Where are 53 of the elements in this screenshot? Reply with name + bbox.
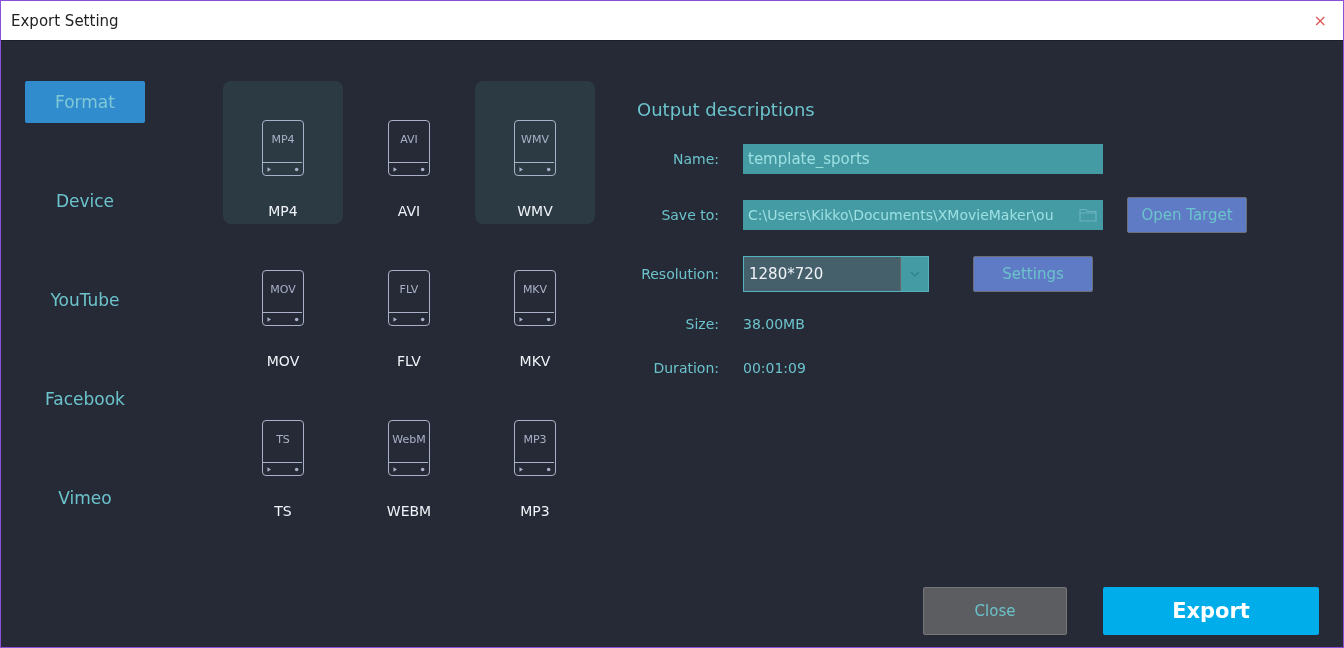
format-label: WEBM (386, 503, 432, 519)
format-badge-text: MP3 (522, 432, 548, 448)
play-bar-icon (389, 162, 428, 175)
field-label: Duration: (652, 360, 719, 376)
sidebar-tab[interactable]: Vimeo (25, 477, 145, 519)
format-badge-text: MP4 (270, 132, 296, 148)
field-label: Resolution: (640, 266, 719, 282)
section-heading: Output descriptions (637, 99, 816, 120)
format-label: MOV (266, 353, 300, 369)
format-label: FLV (397, 353, 421, 369)
field-label: Save to: (660, 207, 719, 223)
format-tile[interactable]: MP3 MP3 (475, 381, 595, 524)
format-badge-text: MKV (521, 282, 549, 298)
format-tile[interactable]: FLV FLV (349, 231, 469, 374)
play-bar-icon (263, 462, 302, 475)
play-bar-icon (515, 462, 554, 475)
format-label: WMV (517, 203, 553, 219)
play-bar-icon (389, 462, 428, 475)
field-label: Name: (671, 151, 719, 167)
format-badge-text: AVI (399, 132, 419, 148)
format-label: MP4 (268, 203, 298, 219)
window-title: Export Setting (11, 11, 119, 30)
format-tile[interactable]: WebM WEBM (349, 381, 469, 524)
size-value: 38.00MB (743, 316, 805, 332)
play-bar-icon (515, 312, 554, 325)
format-badge-text: MOV (269, 282, 297, 298)
format-tile[interactable]: MKV MKV (475, 231, 595, 374)
duration-value: 00:01:09 (743, 360, 806, 376)
sidebar-tab[interactable]: Device (25, 180, 145, 222)
format-label: MP3 (520, 503, 550, 519)
play-bar-icon (515, 162, 554, 175)
play-bar-icon (263, 312, 302, 325)
format-tile[interactable]: MOV MOV (223, 231, 343, 374)
close-button[interactable]: × (1309, 11, 1331, 30)
field-label: Size: (684, 316, 719, 332)
format-tile[interactable]: TS TS (223, 381, 343, 524)
play-bar-icon (263, 162, 302, 175)
format-badge-text: TS (275, 432, 291, 448)
format-label: MKV (519, 353, 551, 369)
resolution-dropdown[interactable]: 1280*720 (743, 256, 929, 292)
format-badge-text: WebM (391, 432, 427, 448)
format-badge-text: FLV (398, 282, 420, 298)
sidebar-tab[interactable]: Facebook (25, 378, 145, 420)
sidebar-tab[interactable]: YouTube (25, 279, 145, 321)
chevron-down-icon (909, 271, 920, 277)
format-tile[interactable]: WMV WMV (475, 81, 595, 224)
format-badge-text: WMV (520, 132, 550, 148)
play-bar-icon (389, 312, 428, 325)
format-tile[interactable]: AVI AVI (349, 81, 469, 224)
format-label: AVI (397, 203, 421, 219)
format-label: TS (274, 503, 292, 519)
format-tile[interactable]: MP4 MP4 (223, 81, 343, 224)
folder-icon[interactable] (1079, 208, 1097, 222)
